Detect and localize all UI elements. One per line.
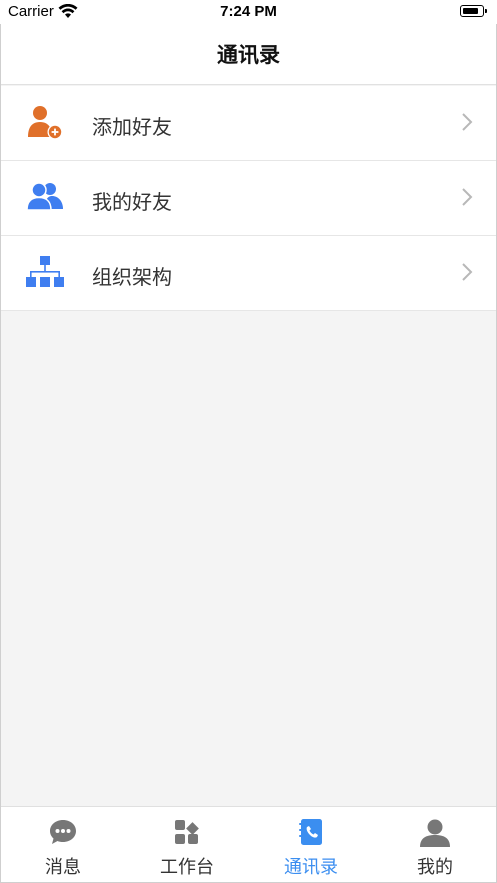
- tab-contacts[interactable]: 通讯录: [249, 807, 373, 883]
- friends-icon: [25, 179, 65, 217]
- chevron-right-icon: [461, 112, 473, 136]
- org-chart-icon: [25, 254, 65, 292]
- status-bar: Carrier 7:24 PM: [0, 0, 497, 24]
- workbench-icon: [172, 817, 202, 847]
- tab-workbench[interactable]: 工作台: [125, 807, 249, 883]
- contacts-book-icon: [296, 817, 326, 847]
- menu-item-org-structure[interactable]: 组织架构: [1, 236, 496, 311]
- tab-bar: 消息 工作台 通讯录 我的: [1, 806, 496, 882]
- profile-icon: [420, 817, 450, 847]
- menu-item-label: 我的好友: [92, 190, 172, 214]
- tab-label: 消息: [45, 857, 81, 878]
- tab-label: 通讯录: [284, 857, 338, 878]
- battery-icon: [460, 5, 487, 17]
- chevron-right-icon: [461, 262, 473, 286]
- contacts-menu: 添加好友 我的好友 组织架构: [1, 86, 496, 311]
- clock: 7:24 PM: [220, 3, 277, 20]
- tab-label: 我的: [417, 857, 453, 878]
- add-friend-icon: [25, 104, 65, 142]
- page-title: 通讯录: [217, 43, 280, 67]
- menu-item-my-friends[interactable]: 我的好友: [1, 161, 496, 236]
- message-icon: [48, 817, 78, 847]
- tab-label: 工作台: [160, 857, 214, 878]
- chevron-right-icon: [461, 187, 473, 211]
- navigation-bar: 通讯录: [1, 24, 496, 85]
- menu-item-add-friend[interactable]: 添加好友: [1, 86, 496, 161]
- menu-item-label: 组织架构: [92, 265, 172, 289]
- menu-item-label: 添加好友: [92, 115, 172, 139]
- tab-me[interactable]: 我的: [373, 807, 497, 883]
- tab-messages[interactable]: 消息: [1, 807, 125, 883]
